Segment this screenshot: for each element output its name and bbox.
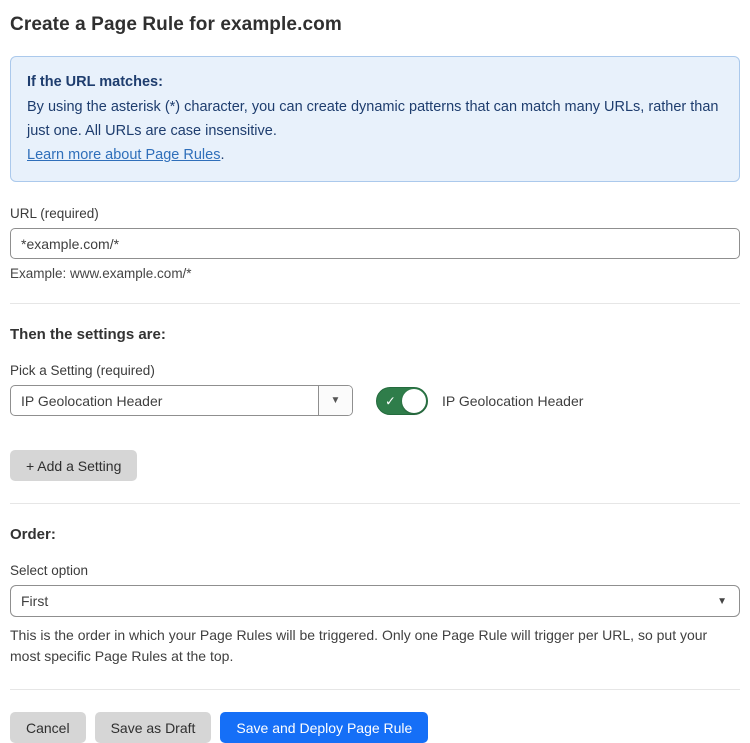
page-title: Create a Page Rule for example.com <box>10 14 740 36</box>
link-suffix: . <box>220 147 224 163</box>
setting-picker-caret-button[interactable]: ▼ <box>318 386 352 415</box>
save-as-draft-button[interactable]: Save as Draft <box>95 712 212 743</box>
toggle-label: IP Geolocation Header <box>442 393 583 409</box>
caret-down-icon: ▼ <box>331 395 341 406</box>
settings-row: IP Geolocation Header ▼ ✓ IP Geolocation… <box>10 385 740 416</box>
ip-geolocation-toggle[interactable]: ✓ <box>376 387 428 415</box>
divider <box>10 303 740 304</box>
caret-down-icon: ▼ <box>717 596 727 607</box>
divider <box>10 689 740 690</box>
url-helper-text: Example: www.example.com/* <box>10 266 740 281</box>
setting-picker-label: Pick a Setting (required) <box>10 363 740 378</box>
order-select-dropdown[interactable]: First ▼ <box>10 585 740 617</box>
save-and-deploy-button[interactable]: Save and Deploy Page Rule <box>220 712 428 743</box>
info-box-heading: If the URL matches: <box>27 70 723 94</box>
cancel-button[interactable]: Cancel <box>10 712 86 743</box>
url-input[interactable] <box>10 228 740 259</box>
order-select-value: First <box>21 593 48 609</box>
setting-picker-value: IP Geolocation Header <box>11 386 318 415</box>
add-setting-button[interactable]: + Add a Setting <box>10 450 137 481</box>
order-select-label: Select option <box>10 563 740 578</box>
info-box-link-line: Learn more about Page Rules. <box>27 143 723 167</box>
setting-picker-dropdown[interactable]: IP Geolocation Header ▼ <box>10 385 353 416</box>
form-actions: Cancel Save as Draft Save and Deploy Pag… <box>10 712 740 743</box>
check-icon: ✓ <box>385 394 396 407</box>
info-box-body: By using the asterisk (*) character, you… <box>27 95 723 143</box>
url-match-info-box: If the URL matches: By using the asteris… <box>10 56 740 182</box>
create-page-rule-form: Create a Page Rule for example.com If th… <box>0 0 750 743</box>
settings-section-heading: Then the settings are: <box>10 326 740 343</box>
toggle-knob <box>402 389 426 413</box>
order-section-heading: Order: <box>10 526 740 543</box>
divider <box>10 503 740 504</box>
order-helper-text: This is the order in which your Page Rul… <box>10 625 740 667</box>
url-field-label: URL (required) <box>10 206 740 221</box>
learn-more-link[interactable]: Learn more about Page Rules <box>27 147 220 163</box>
